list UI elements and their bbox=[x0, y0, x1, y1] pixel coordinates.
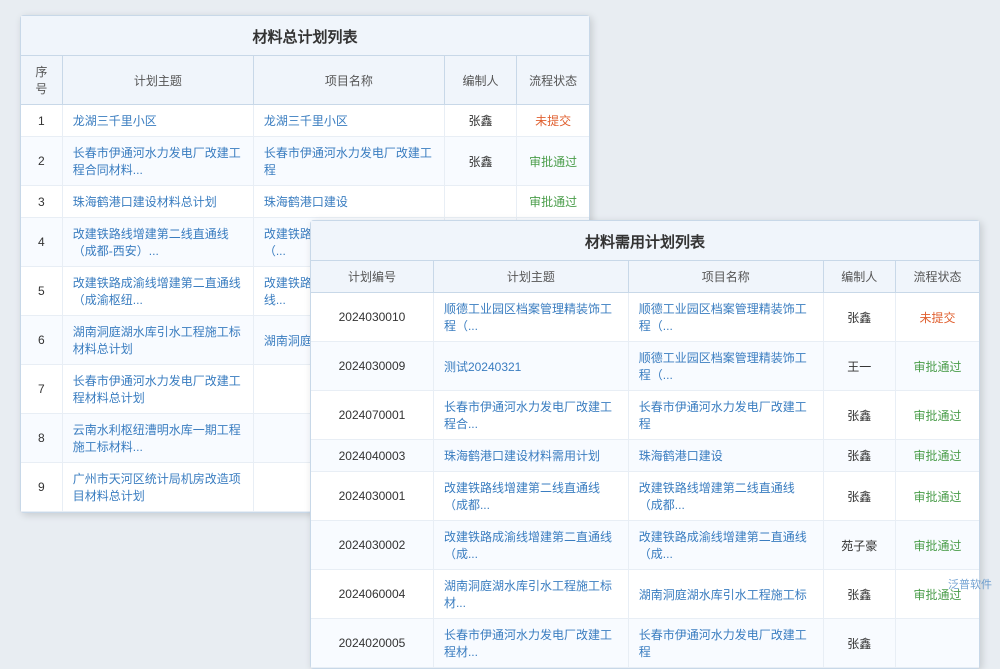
need-material-plan-table: 材料需用计划列表 计划编号 计划主题 项目名称 编制人 流程状态 2024030… bbox=[310, 220, 980, 669]
row-theme[interactable]: 长春市伊通河水力发电厂改建工程合... bbox=[433, 391, 628, 440]
table-row: 2024020005 长春市伊通河水力发电厂改建工程材... 长春市伊通河水力发… bbox=[311, 619, 979, 668]
row-editor: 张鑫 bbox=[823, 293, 895, 342]
row-editor: 张鑫 bbox=[444, 105, 516, 137]
row-project[interactable]: 长春市伊通河水力发电厂改建工程 bbox=[253, 137, 444, 186]
need-material-plan-title: 材料需用计划列表 bbox=[311, 221, 979, 261]
row-project[interactable]: 长春市伊通河水力发电厂改建工程 bbox=[628, 619, 823, 668]
row-status: 审批通过 bbox=[895, 342, 979, 391]
row-no: 4 bbox=[21, 218, 62, 267]
row-status: 审批通过 bbox=[895, 440, 979, 472]
row-code: 2024060004 bbox=[311, 570, 433, 619]
row-no: 8 bbox=[21, 414, 62, 463]
table1-col-no: 序号 bbox=[21, 56, 62, 105]
row-no: 2 bbox=[21, 137, 62, 186]
row-theme[interactable]: 湖南洞庭湖水库引水工程施工标材料总计划 bbox=[62, 316, 253, 365]
row-editor: 张鑫 bbox=[823, 570, 895, 619]
table2-col-status: 流程状态 bbox=[895, 261, 979, 293]
row-status: 未提交 bbox=[895, 293, 979, 342]
row-editor: 王一 bbox=[823, 342, 895, 391]
row-theme[interactable]: 龙湖三千里小区 bbox=[62, 105, 253, 137]
table1-col-editor: 编制人 bbox=[444, 56, 516, 105]
row-theme[interactable]: 改建铁路线增建第二线直通线（成都... bbox=[433, 472, 628, 521]
table-row: 2024030009 测试20240321 顺德工业园区档案管理精装饰工程（..… bbox=[311, 342, 979, 391]
row-editor: 苑子豪 bbox=[823, 521, 895, 570]
table-row: 2024030001 改建铁路线增建第二线直通线（成都... 改建铁路线增建第二… bbox=[311, 472, 979, 521]
row-editor: 张鑫 bbox=[823, 619, 895, 668]
table-row: 2024070001 长春市伊通河水力发电厂改建工程合... 长春市伊通河水力发… bbox=[311, 391, 979, 440]
table2-col-theme: 计划主题 bbox=[433, 261, 628, 293]
row-status: 审批通过 bbox=[517, 186, 589, 218]
row-status: 审批通过 bbox=[895, 391, 979, 440]
row-editor: 张鑫 bbox=[823, 440, 895, 472]
row-theme[interactable]: 改建铁路成渝线增建第二直通线（成渝枢纽... bbox=[62, 267, 253, 316]
row-status bbox=[895, 619, 979, 668]
table-row: 1 龙湖三千里小区 龙湖三千里小区 张鑫 未提交 bbox=[21, 105, 589, 137]
table2-header-row: 计划编号 计划主题 项目名称 编制人 流程状态 bbox=[311, 261, 979, 293]
row-theme[interactable]: 改建铁路成渝线增建第二直通线（成... bbox=[433, 521, 628, 570]
row-no: 5 bbox=[21, 267, 62, 316]
row-theme[interactable]: 珠海鹤港口建设材料总计划 bbox=[62, 186, 253, 218]
row-theme[interactable]: 珠海鹤港口建设材料需用计划 bbox=[433, 440, 628, 472]
row-status: 未提交 bbox=[517, 105, 589, 137]
row-code: 2024020005 bbox=[311, 619, 433, 668]
row-editor: 张鑫 bbox=[444, 137, 516, 186]
row-theme[interactable]: 长春市伊通河水力发电厂改建工程材... bbox=[433, 619, 628, 668]
row-no: 6 bbox=[21, 316, 62, 365]
row-project[interactable]: 顺德工业园区档案管理精装饰工程（... bbox=[628, 342, 823, 391]
table1-col-theme: 计划主题 bbox=[62, 56, 253, 105]
row-project[interactable]: 顺德工业园区档案管理精装饰工程（... bbox=[628, 293, 823, 342]
row-project[interactable]: 珠海鹤港口建设 bbox=[253, 186, 444, 218]
table-row: 3 珠海鹤港口建设材料总计划 珠海鹤港口建设 审批通过 bbox=[21, 186, 589, 218]
row-code: 2024040003 bbox=[311, 440, 433, 472]
row-theme[interactable]: 云南水利枢纽漕明水库一期工程施工标材料... bbox=[62, 414, 253, 463]
row-project[interactable]: 珠海鹤港口建设 bbox=[628, 440, 823, 472]
row-project[interactable]: 改建铁路线增建第二线直通线（成都... bbox=[628, 472, 823, 521]
row-project[interactable]: 改建铁路成渝线增建第二直通线（成... bbox=[628, 521, 823, 570]
row-no: 9 bbox=[21, 463, 62, 512]
row-project[interactable]: 长春市伊通河水力发电厂改建工程 bbox=[628, 391, 823, 440]
table-row: 2024060004 湖南洞庭湖水库引水工程施工标材... 湖南洞庭湖水库引水工… bbox=[311, 570, 979, 619]
row-theme[interactable]: 改建铁路线增建第二线直通线（成都-西安）... bbox=[62, 218, 253, 267]
row-theme[interactable]: 顺德工业园区档案管理精装饰工程（... bbox=[433, 293, 628, 342]
row-status: 审批通过 bbox=[517, 137, 589, 186]
table2-col-editor: 编制人 bbox=[823, 261, 895, 293]
row-theme[interactable]: 湖南洞庭湖水库引水工程施工标材... bbox=[433, 570, 628, 619]
table-row: 2024030010 顺德工业园区档案管理精装饰工程（... 顺德工业园区档案管… bbox=[311, 293, 979, 342]
row-no: 3 bbox=[21, 186, 62, 218]
row-code: 2024030002 bbox=[311, 521, 433, 570]
row-status: 审批通过 bbox=[895, 521, 979, 570]
row-code: 2024070001 bbox=[311, 391, 433, 440]
row-theme[interactable]: 长春市伊通河水力发电厂改建工程材料总计划 bbox=[62, 365, 253, 414]
row-status: 审批通过 bbox=[895, 472, 979, 521]
table1-header-row: 序号 计划主题 项目名称 编制人 流程状态 bbox=[21, 56, 589, 105]
row-editor: 张鑫 bbox=[823, 472, 895, 521]
table-row: 2024030002 改建铁路成渝线增建第二直通线（成... 改建铁路成渝线增建… bbox=[311, 521, 979, 570]
table1-col-status: 流程状态 bbox=[517, 56, 589, 105]
row-theme[interactable]: 测试20240321 bbox=[433, 342, 628, 391]
table-row: 2 长春市伊通河水力发电厂改建工程合同材料... 长春市伊通河水力发电厂改建工程… bbox=[21, 137, 589, 186]
row-theme[interactable]: 长春市伊通河水力发电厂改建工程合同材料... bbox=[62, 137, 253, 186]
row-no: 7 bbox=[21, 365, 62, 414]
table-row: 2024040003 珠海鹤港口建设材料需用计划 珠海鹤港口建设 张鑫 审批通过 bbox=[311, 440, 979, 472]
row-editor: 张鑫 bbox=[823, 391, 895, 440]
table2-col-code: 计划编号 bbox=[311, 261, 433, 293]
row-code: 2024030001 bbox=[311, 472, 433, 521]
table2-col-project: 项目名称 bbox=[628, 261, 823, 293]
total-material-plan-title: 材料总计划列表 bbox=[21, 16, 589, 56]
row-theme[interactable]: 广州市天河区统计局机房改造项目材料总计划 bbox=[62, 463, 253, 512]
watermark: 泛普软件 bbox=[948, 576, 992, 592]
row-code: 2024030009 bbox=[311, 342, 433, 391]
row-project[interactable]: 湖南洞庭湖水库引水工程施工标 bbox=[628, 570, 823, 619]
row-code: 2024030010 bbox=[311, 293, 433, 342]
row-project[interactable]: 龙湖三千里小区 bbox=[253, 105, 444, 137]
row-editor bbox=[444, 186, 516, 218]
table1-col-project: 项目名称 bbox=[253, 56, 444, 105]
row-no: 1 bbox=[21, 105, 62, 137]
